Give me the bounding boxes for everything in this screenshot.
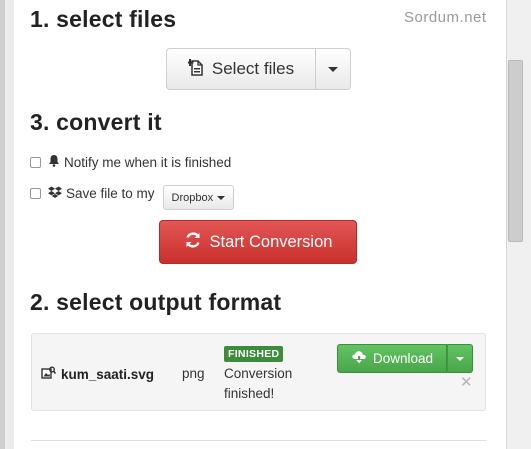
select-files-label: Select files (211, 59, 295, 78)
status-badge: FINISHED (224, 346, 284, 362)
caret-down-icon (217, 195, 226, 200)
scrollbar-thumb[interactable] (508, 60, 523, 242)
convert-heading: 3. convert it (30, 109, 162, 135)
download-group: Download (337, 344, 473, 373)
start-conversion-label: Start Conversion (209, 232, 333, 251)
storage-dropdown-value: Dropbox (171, 191, 214, 204)
caret-down-icon (328, 66, 338, 72)
image-file-icon (41, 366, 57, 383)
close-icon[interactable]: ✕ (460, 375, 473, 390)
storage-dropdown[interactable]: Dropbox (162, 185, 235, 210)
watermark: Sordum.net (404, 9, 487, 26)
start-conversion-button[interactable]: Start Conversion (159, 220, 357, 264)
cloud-download-icon (351, 350, 367, 367)
download-button[interactable]: Download (337, 344, 447, 373)
output-format: png (182, 366, 205, 381)
output-format-heading: 2. select output format (30, 289, 282, 315)
download-label: Download (372, 351, 434, 366)
file-row: kum_saati.svg png FINISHED Conversion fi… (31, 333, 486, 411)
add-file-icon (186, 58, 204, 81)
select-files-dropdown-toggle[interactable] (316, 48, 351, 90)
select-files-heading: 1. select files (30, 6, 177, 32)
save-row: Save file to my Dropbox (30, 177, 235, 210)
save-checkbox[interactable] (30, 188, 41, 199)
notify-row: Notify me when it is finished (30, 154, 231, 170)
bell-icon (48, 154, 60, 170)
select-files-button[interactable]: Select files (166, 48, 316, 90)
select-files-group: Select files (166, 48, 351, 90)
file-name: kum_saati.svg (41, 366, 154, 383)
status-text: Conversion finished! (224, 366, 293, 401)
caret-down-icon (456, 356, 464, 361)
converter-panel: 1. select files Sordum.net Select files … (14, 0, 506, 449)
notify-label: Notify me when it is finished (64, 154, 232, 170)
dropbox-icon (48, 186, 62, 202)
divider (31, 440, 486, 441)
notify-checkbox[interactable] (30, 156, 41, 168)
download-dropdown-toggle[interactable] (447, 344, 473, 373)
refresh-icon (184, 231, 202, 254)
save-label: Save file to my (66, 186, 155, 201)
file-name-text: kum_saati.svg (61, 367, 155, 382)
